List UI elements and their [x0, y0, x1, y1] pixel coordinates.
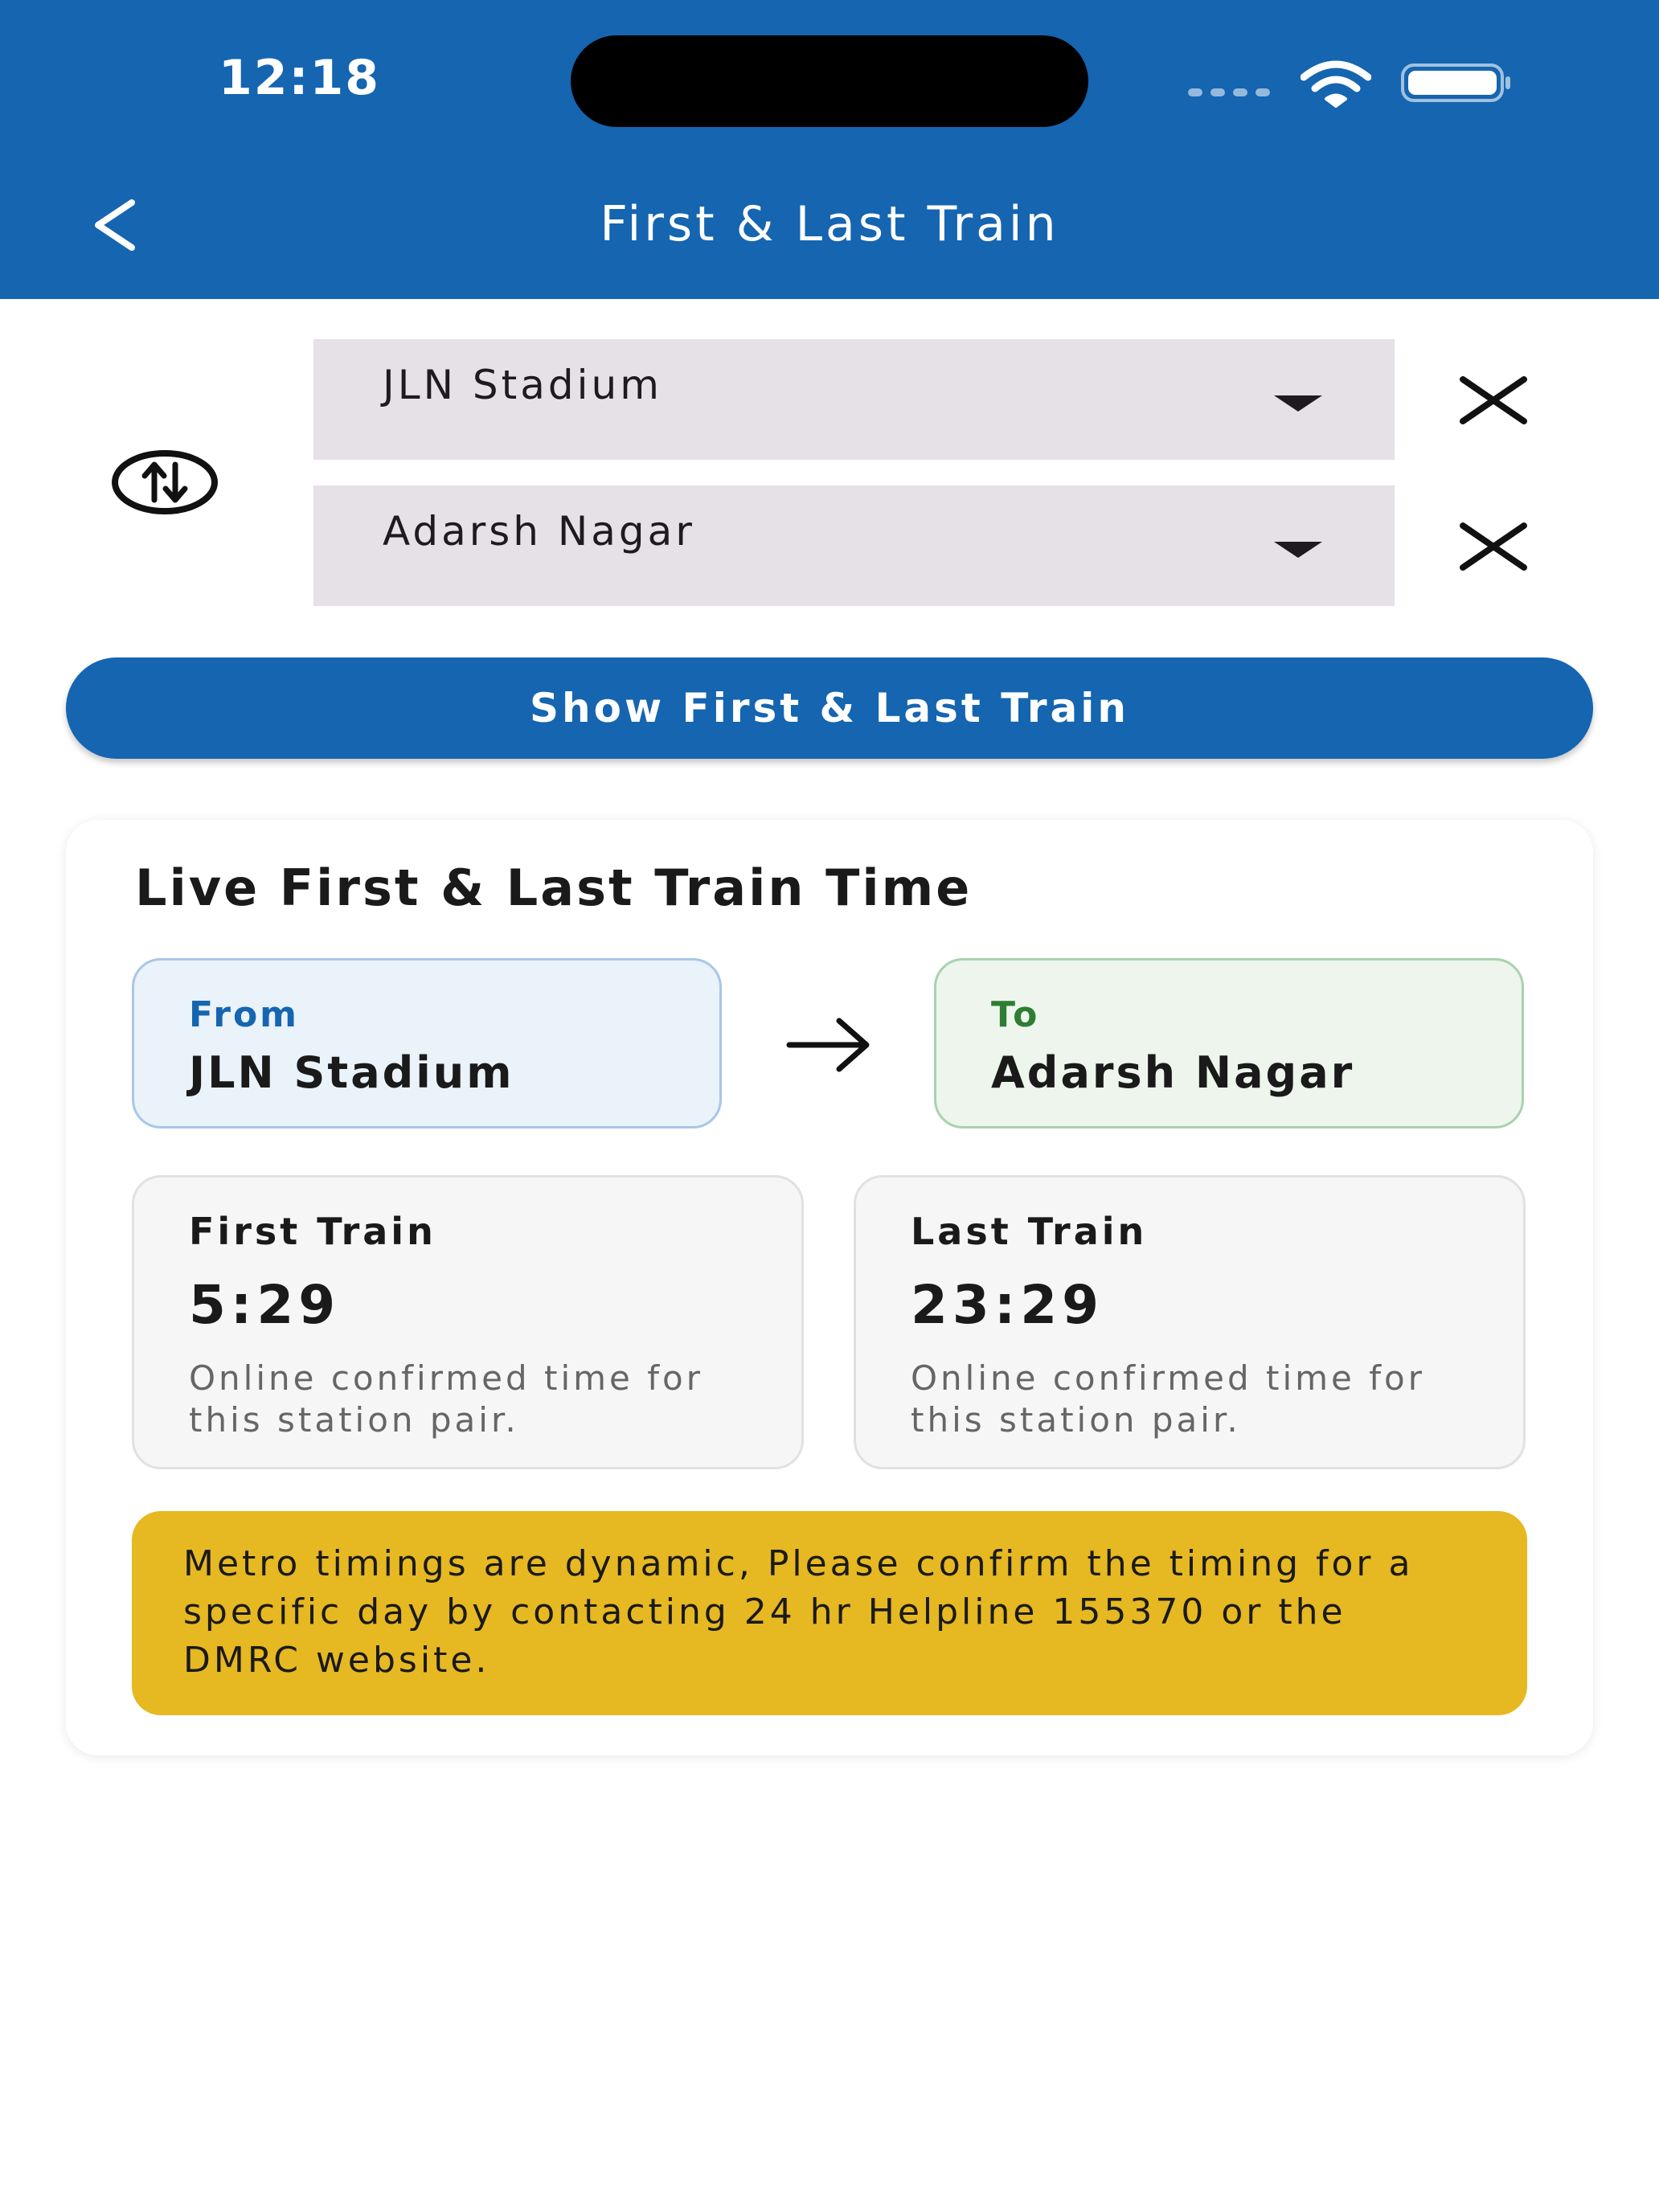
- status-time: 12:18: [219, 50, 380, 106]
- wifi-icon: [1301, 60, 1371, 108]
- caret-down-icon: [1274, 542, 1322, 558]
- page-title: First & Last Train: [600, 196, 1059, 252]
- battery-icon: [1401, 63, 1510, 102]
- from-station-box: From JLN Stadium: [132, 958, 722, 1129]
- result-title: Live First & Last Train Time: [135, 858, 973, 917]
- to-station-value: Adarsh Nagar: [383, 508, 695, 555]
- to-label: To: [991, 994, 1040, 1035]
- first-train-time: 5:29: [189, 1274, 341, 1336]
- swap-stations-icon[interactable]: [109, 447, 220, 518]
- from-station-value: JLN Stadium: [383, 362, 662, 408]
- arrow-right-icon: [786, 1018, 870, 1072]
- cellular-signal-icon: [1188, 88, 1270, 96]
- to-station-dropdown[interactable]: Adarsh Nagar: [313, 485, 1395, 606]
- first-train-box: First Train 5:29 Online confirmed time f…: [132, 1175, 804, 1469]
- to-station-box: To Adarsh Nagar: [934, 958, 1524, 1129]
- last-train-box: Last Train 23:29 Online confirmed time f…: [854, 1175, 1526, 1469]
- show-first-last-train-button[interactable]: Show First & Last Train: [66, 657, 1593, 759]
- clear-from-icon[interactable]: [1456, 375, 1530, 426]
- timing-notice: Metro timings are dynamic, Please confir…: [132, 1511, 1527, 1715]
- result-card: Live First & Last Train Time From JLN St…: [66, 820, 1593, 1755]
- from-label: From: [189, 994, 300, 1035]
- dynamic-island: [571, 35, 1088, 127]
- from-station-name: JLN Stadium: [189, 1047, 514, 1098]
- clear-to-icon[interactable]: [1456, 521, 1530, 572]
- last-train-time: 23:29: [911, 1274, 1104, 1336]
- from-station-dropdown[interactable]: JLN Stadium: [313, 339, 1395, 460]
- last-train-note: Online confirmed time for this station p…: [911, 1358, 1425, 1440]
- first-train-label: First Train: [189, 1210, 436, 1253]
- to-station-name: Adarsh Nagar: [991, 1047, 1355, 1098]
- first-train-note: Online confirmed time for this station p…: [189, 1358, 703, 1440]
- app-header: 12:18 First & Last Train: [0, 0, 1659, 299]
- last-train-label: Last Train: [911, 1210, 1148, 1253]
- caret-down-icon: [1274, 395, 1322, 412]
